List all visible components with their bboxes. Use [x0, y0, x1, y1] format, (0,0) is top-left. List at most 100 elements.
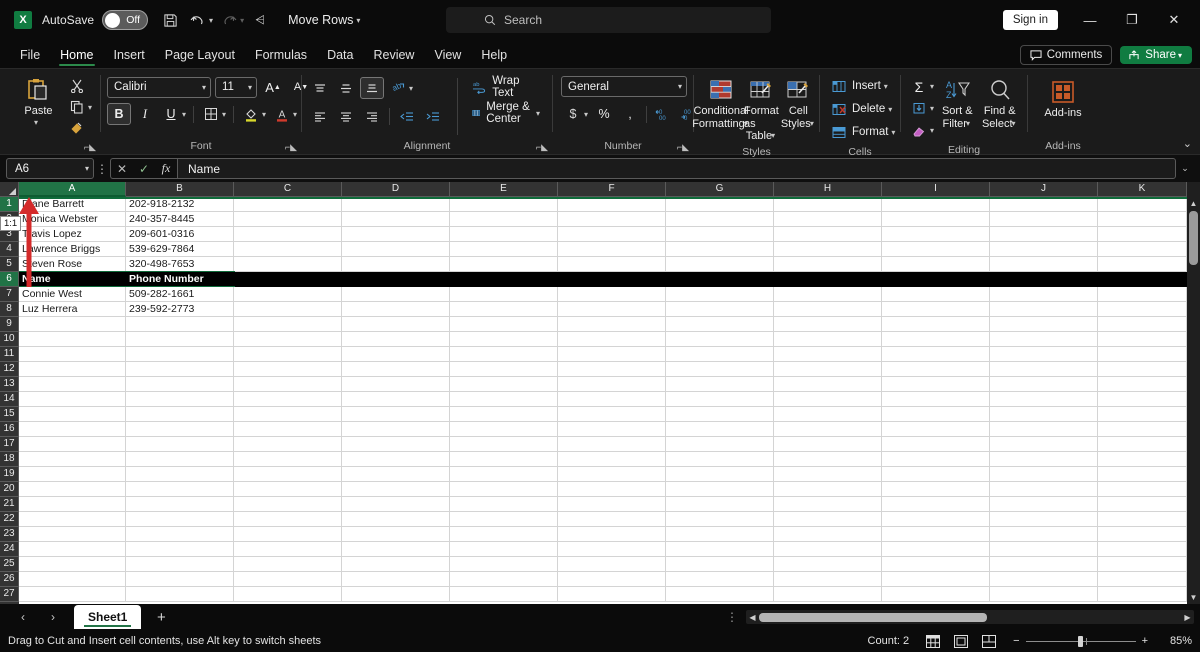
cell-D3[interactable]	[342, 227, 450, 242]
cell-K13[interactable]	[1098, 377, 1187, 392]
comments-button[interactable]: Comments	[1019, 45, 1113, 65]
tab-view[interactable]: View	[424, 45, 471, 68]
accounting-dropdown-icon[interactable]: ▾	[584, 110, 588, 119]
cell-I19[interactable]	[882, 467, 990, 482]
cell-B22[interactable]	[126, 512, 234, 527]
cell-B23[interactable]	[126, 527, 234, 542]
row-header-6[interactable]: 6	[0, 272, 19, 287]
align-top-button[interactable]	[308, 77, 332, 99]
increase-decimal-button[interactable]: 0 00	[651, 103, 675, 125]
cell-styles-button[interactable]: Cell Styles ▾	[781, 74, 816, 130]
paste-dropdown-icon[interactable]: ▾	[34, 118, 38, 127]
cell-J21[interactable]	[990, 497, 1098, 512]
scroll-down-icon[interactable]: ▼	[1190, 591, 1198, 604]
cell-J2[interactable]	[990, 212, 1098, 227]
cell-A26[interactable]	[19, 572, 126, 587]
cell-B6[interactable]: Phone Number	[126, 272, 234, 287]
cell-A8[interactable]: Luz Herrera	[19, 302, 126, 317]
find-select-button[interactable]: Find & Select ▾	[979, 74, 1021, 130]
cell-K18[interactable]	[1098, 452, 1187, 467]
share-dropdown-icon[interactable]: ▾	[1178, 51, 1182, 60]
cell-G9[interactable]	[666, 317, 774, 332]
addins-button[interactable]: Add-ins	[1036, 76, 1090, 119]
cell-D24[interactable]	[342, 542, 450, 557]
underline-button[interactable]: U	[159, 103, 183, 125]
row-header-11[interactable]: 11	[0, 347, 19, 362]
autosave-toggle[interactable]: Off	[102, 10, 149, 30]
cell-J5[interactable]	[990, 257, 1098, 272]
cell-J8[interactable]	[990, 302, 1098, 317]
scroll-left-icon[interactable]: ◀	[746, 613, 759, 622]
cell-D25[interactable]	[342, 557, 450, 572]
cell-A23[interactable]	[19, 527, 126, 542]
font-color-button[interactable]: A	[270, 103, 294, 125]
cell-F27[interactable]	[558, 587, 666, 602]
cell-B15[interactable]	[126, 407, 234, 422]
table-row[interactable]	[19, 467, 1187, 482]
cell-J20[interactable]	[990, 482, 1098, 497]
cell-G13[interactable]	[666, 377, 774, 392]
formula-input[interactable]: Name	[177, 158, 1176, 179]
cell-K7[interactable]	[1098, 287, 1187, 302]
undo-dropdown-icon[interactable]: ▾	[209, 16, 213, 25]
cell-B8[interactable]: 239-592-2773	[126, 302, 234, 317]
cell-I24[interactable]	[882, 542, 990, 557]
redo-icon[interactable]	[215, 6, 243, 34]
cell-G16[interactable]	[666, 422, 774, 437]
cell-E6[interactable]	[450, 272, 558, 287]
tab-page-layout[interactable]: Page Layout	[155, 45, 245, 68]
percent-format-button[interactable]: %	[592, 103, 616, 125]
cell-K3[interactable]	[1098, 227, 1187, 242]
copy-dropdown-icon[interactable]: ▾	[88, 103, 92, 112]
row-header-10[interactable]: 10	[0, 332, 19, 347]
cell-A18[interactable]	[19, 452, 126, 467]
horizontal-scroll-thumb[interactable]	[759, 612, 987, 622]
cell-G4[interactable]	[666, 242, 774, 257]
copy-button[interactable]	[65, 96, 89, 118]
cell-A1[interactable]: Diane Barrett	[19, 197, 126, 212]
maximize-icon[interactable]: ❐	[1112, 4, 1152, 36]
cell-A17[interactable]	[19, 437, 126, 452]
cell-K14[interactable]	[1098, 392, 1187, 407]
table-row[interactable]	[19, 572, 1187, 587]
cell-A14[interactable]	[19, 392, 126, 407]
cell-J3[interactable]	[990, 227, 1098, 242]
cell-G3[interactable]	[666, 227, 774, 242]
customize-quick-access-icon[interactable]: ⩤	[246, 6, 274, 34]
cell-C21[interactable]	[234, 497, 342, 512]
cell-E15[interactable]	[450, 407, 558, 422]
font-color-dropdown-icon[interactable]: ▾	[293, 110, 297, 119]
cells-area[interactable]: Diane Barrett 202-918-2132 Monica Webster 2…	[19, 197, 1187, 604]
cell-E2[interactable]	[450, 212, 558, 227]
cell-I1[interactable]	[882, 197, 990, 212]
cell-D23[interactable]	[342, 527, 450, 542]
cell-B17[interactable]	[126, 437, 234, 452]
cell-H5[interactable]	[774, 257, 882, 272]
insert-dropdown-icon[interactable]: ▾	[884, 82, 888, 91]
table-row[interactable]	[19, 557, 1187, 572]
merge-center-dropdown-icon[interactable]: ▾	[536, 109, 540, 118]
cell-J13[interactable]	[990, 377, 1098, 392]
select-all-corner[interactable]	[0, 182, 19, 197]
column-header-b[interactable]: B	[126, 182, 234, 197]
row-header-12[interactable]: 12	[0, 362, 19, 377]
cell-I20[interactable]	[882, 482, 990, 497]
cell-E26[interactable]	[450, 572, 558, 587]
cell-K16[interactable]	[1098, 422, 1187, 437]
cell-H7[interactable]	[774, 287, 882, 302]
column-header-i[interactable]: I	[882, 182, 990, 197]
cell-J16[interactable]	[990, 422, 1098, 437]
table-row[interactable]	[19, 497, 1187, 512]
cell-G5[interactable]	[666, 257, 774, 272]
borders-button[interactable]	[199, 103, 223, 125]
save-icon[interactable]	[156, 6, 184, 34]
align-center-button[interactable]	[334, 105, 358, 127]
cell-J14[interactable]	[990, 392, 1098, 407]
collapse-ribbon-icon[interactable]: ⌄	[1183, 137, 1192, 150]
alignment-dialog-launcher-icon[interactable]: ⌐◣	[536, 142, 548, 153]
number-format-select[interactable]: General ▾	[561, 76, 687, 97]
cell-C17[interactable]	[234, 437, 342, 452]
cell-D7[interactable]	[342, 287, 450, 302]
cell-H4[interactable]	[774, 242, 882, 257]
row-header-4[interactable]: 4	[0, 242, 19, 257]
